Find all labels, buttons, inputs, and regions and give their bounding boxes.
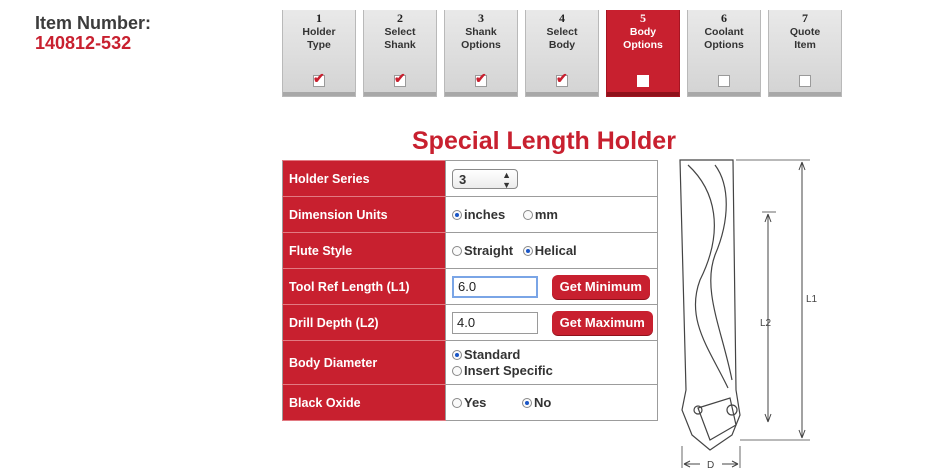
- radio-icon: [452, 246, 462, 256]
- d-label: D: [707, 460, 714, 470]
- radio-icon: [452, 365, 462, 376]
- item-number-block: Item Number: 140812-532: [35, 13, 151, 53]
- tool-diagram: L1 L2 D: [679, 159, 818, 470]
- step-label-line2: Options: [461, 39, 501, 51]
- radio-label: Insert Specific: [464, 362, 553, 378]
- radio-label: Standard: [464, 346, 521, 362]
- get-minimum-button[interactable]: Get Minimum: [551, 274, 650, 299]
- checkmark-icon: ✔: [475, 70, 487, 86]
- radio-standard[interactable]: Standard: [452, 347, 657, 363]
- radio-label: Straight: [464, 243, 514, 258]
- form-row-tool-ref-length: Tool Ref Length (L1) 6.0 Get Minimum: [282, 268, 658, 305]
- tool-ref-length-input[interactable]: 6.0: [452, 275, 538, 298]
- step-checkbox: [718, 75, 730, 87]
- step-number: 7: [802, 11, 808, 25]
- radio-icon: [522, 398, 533, 408]
- step-number: 3: [478, 11, 484, 25]
- step-label-line2: Item: [794, 39, 816, 51]
- form-row-drill-depth: Drill Depth (L2) 4.0 Get Maximum: [282, 304, 658, 341]
- step-label-line1: Select: [384, 26, 416, 38]
- step-label-line1: Quote: [789, 26, 821, 38]
- radio-straight[interactable]: Straight: [452, 243, 513, 258]
- step-tab-7[interactable]: 7 Quote Item: [768, 10, 842, 97]
- options-form: Holder Series 3 ▲ ▼ Dimension Units inche…: [282, 160, 658, 421]
- step-number: 6: [721, 11, 727, 25]
- holder-series-select[interactable]: 3 ▲ ▼: [452, 168, 518, 190]
- step-tab-6[interactable]: 6 Coolant Options: [687, 10, 761, 97]
- drill-depth-label: Drill Depth (L2): [282, 304, 446, 341]
- radio-label: No: [534, 395, 552, 410]
- step-checkbox: ✔: [475, 71, 487, 87]
- radio-label: inches: [464, 207, 506, 222]
- step-label-line1: Body: [629, 26, 657, 38]
- radio-yes[interactable]: Yes: [452, 395, 486, 410]
- radio-icon: [452, 210, 462, 220]
- form-row-holder-series: Holder Series 3 ▲ ▼: [282, 160, 658, 197]
- radio-inches[interactable]: inches: [452, 207, 505, 222]
- body-diameter-label: Body Diameter: [282, 340, 446, 385]
- flute-style-label: Flute Style: [282, 232, 446, 269]
- item-number-value: 140812-532: [35, 33, 132, 53]
- step-checkbox: [637, 75, 649, 87]
- insert-outline: [697, 397, 737, 441]
- step-label-line2: Options: [623, 39, 663, 51]
- radio-label: Yes: [464, 395, 487, 410]
- step-label-line1: Shank: [465, 26, 497, 38]
- step-number: 2: [397, 11, 403, 25]
- form-row-body-diameter: Body Diameter Standard Insert Specific: [282, 340, 658, 385]
- step-tab-5[interactable]: 5 Body Options: [606, 10, 680, 97]
- radio-icon: [452, 349, 462, 360]
- radio-no[interactable]: No: [522, 395, 551, 410]
- step-number: 5: [640, 11, 646, 25]
- holder-series-value: 3: [459, 171, 467, 187]
- step-label-line2: Shank: [384, 39, 416, 51]
- radio-icon: [452, 398, 462, 408]
- radio-icon: [522, 246, 533, 256]
- radio-mm[interactable]: mm: [522, 207, 558, 222]
- step-checkbox: ✔: [394, 71, 406, 87]
- step-label-line1: Coolant: [704, 26, 744, 38]
- drill-depth-input[interactable]: 4.0: [452, 311, 538, 334]
- radio-icon: [522, 210, 533, 220]
- step-label-line2: Body: [548, 39, 576, 51]
- step-label-line1: Holder: [302, 26, 336, 38]
- form-row-dimension-units: Dimension Units inches mm: [282, 196, 658, 233]
- step-checkbox: [799, 75, 811, 87]
- dimension-units-label: Dimension Units: [282, 196, 446, 233]
- step-checkbox: ✔: [556, 71, 568, 87]
- radio-label: Helical: [534, 243, 577, 258]
- form-row-flute-style: Flute Style Straight Helical: [282, 232, 658, 269]
- checkmark-icon: ✔: [313, 70, 325, 86]
- step-label-line2: Options: [704, 39, 744, 51]
- radio-insert-specific[interactable]: Insert Specific: [452, 363, 657, 379]
- holder-series-label: Holder Series: [282, 160, 446, 197]
- step-number: 1: [316, 11, 322, 25]
- step-checkbox: ✔: [313, 71, 325, 87]
- radio-helical[interactable]: Helical: [522, 243, 577, 258]
- checkmark-icon: ✔: [394, 70, 406, 86]
- get-maximum-button[interactable]: Get Maximum: [551, 310, 653, 335]
- coolant-hole-icon: [693, 405, 703, 415]
- l2-label: L2: [760, 318, 772, 329]
- updown-arrow-icon: ▲ ▼: [502, 169, 511, 190]
- flute-curve-left: [687, 164, 729, 389]
- step-label-line2: Type: [307, 39, 331, 51]
- tool-ref-length-label: Tool Ref Length (L1): [282, 268, 446, 305]
- step-tab-2[interactable]: 2 Select Shank ✔: [363, 10, 437, 97]
- holder-body-outline: [679, 159, 741, 451]
- step-tab-1[interactable]: 1 Holder Type ✔: [282, 10, 356, 97]
- l1-label: L1: [806, 294, 818, 305]
- item-number-label: Item Number:: [35, 13, 152, 33]
- checkmark-icon: ✔: [556, 70, 568, 86]
- step-tab-3[interactable]: 3 Shank Options ✔: [444, 10, 518, 97]
- black-oxide-label: Black Oxide: [282, 384, 446, 421]
- step-label-line1: Select: [546, 26, 578, 38]
- flute-curve-right: [710, 164, 733, 381]
- form-row-black-oxide: Black Oxide Yes No: [282, 384, 658, 421]
- step-number: 4: [559, 11, 565, 25]
- radio-label: mm: [534, 207, 558, 222]
- step-tab-4[interactable]: 4 Select Body ✔: [525, 10, 599, 97]
